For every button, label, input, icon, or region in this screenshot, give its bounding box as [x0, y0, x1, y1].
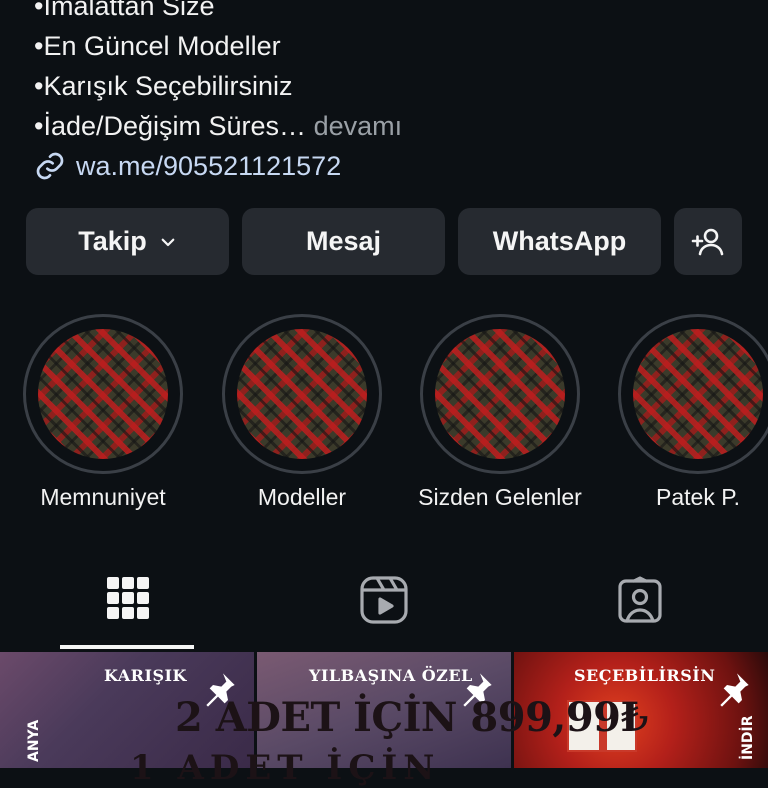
bio-link-text[interactable]: wa.me/905521121572 [76, 146, 341, 186]
tab-grid[interactable] [0, 560, 256, 650]
active-tab-indicator [60, 645, 194, 649]
bio-more-link[interactable]: devamı [314, 111, 403, 141]
bio-link[interactable]: wa.me/905521121572 [34, 146, 734, 186]
grid-icon [107, 577, 149, 619]
highlight-label: Patek P. [656, 484, 740, 510]
promo-headline: 2 ADET İÇİN 899,99₺ [175, 694, 648, 741]
highlight-label: Memnuniyet [40, 484, 166, 510]
follow-button-label: Takip [78, 226, 147, 256]
post-side-text: İNDİR [740, 715, 756, 760]
reels-icon [360, 576, 408, 624]
bio-line-text: •İade/Değişim Süres… [34, 111, 307, 141]
follow-button[interactable]: Takip [26, 208, 229, 275]
tab-reels[interactable] [256, 560, 512, 650]
story-highlights: Memnuniyet Modeller Sizden Gelenler Pate… [0, 312, 768, 522]
bio-line: •İmalattan Size [34, 0, 215, 21]
whatsapp-button-label: WhatsApp [492, 226, 627, 256]
message-button-label: Mesaj [305, 226, 382, 256]
chevron-down-icon [161, 238, 175, 246]
promo-subline: 1 ADET İÇİN [130, 748, 441, 788]
post-caption: YILBAŞINA ÖZEL [309, 666, 473, 685]
add-person-icon [691, 228, 724, 255]
bio-line-truncated: •İade/Değişim Süres… devamı [34, 106, 734, 146]
post-caption: SEÇEBİLİRSİN [574, 666, 716, 685]
profile-bio: •İmalattan Size •En Güncel Modeller •Kar… [34, 0, 734, 186]
message-button[interactable]: Mesaj [242, 208, 445, 275]
highlight-cover [38, 329, 168, 459]
highlight-label: Modeller [257, 484, 347, 510]
whatsapp-button[interactable]: WhatsApp [458, 208, 661, 275]
bio-line: •En Güncel Modeller [34, 31, 281, 61]
post-side-text: ANYA [26, 719, 42, 762]
highlight-label: Sizden Gelenler [418, 484, 582, 510]
post-caption: KARIŞIK [104, 666, 187, 685]
profile-tabs [0, 560, 768, 650]
suggest-people-button[interactable] [674, 208, 742, 275]
tab-tagged[interactable] [512, 560, 768, 650]
profile-actions: Takip Mesaj WhatsApp [26, 208, 742, 275]
tagged-icon [618, 576, 662, 623]
highlight-cover [237, 329, 367, 459]
link-icon [36, 152, 64, 180]
highlight-cover [435, 329, 565, 459]
highlight-cover [633, 329, 763, 459]
bio-line: •Karışık Seçebilirsiniz [34, 71, 293, 101]
